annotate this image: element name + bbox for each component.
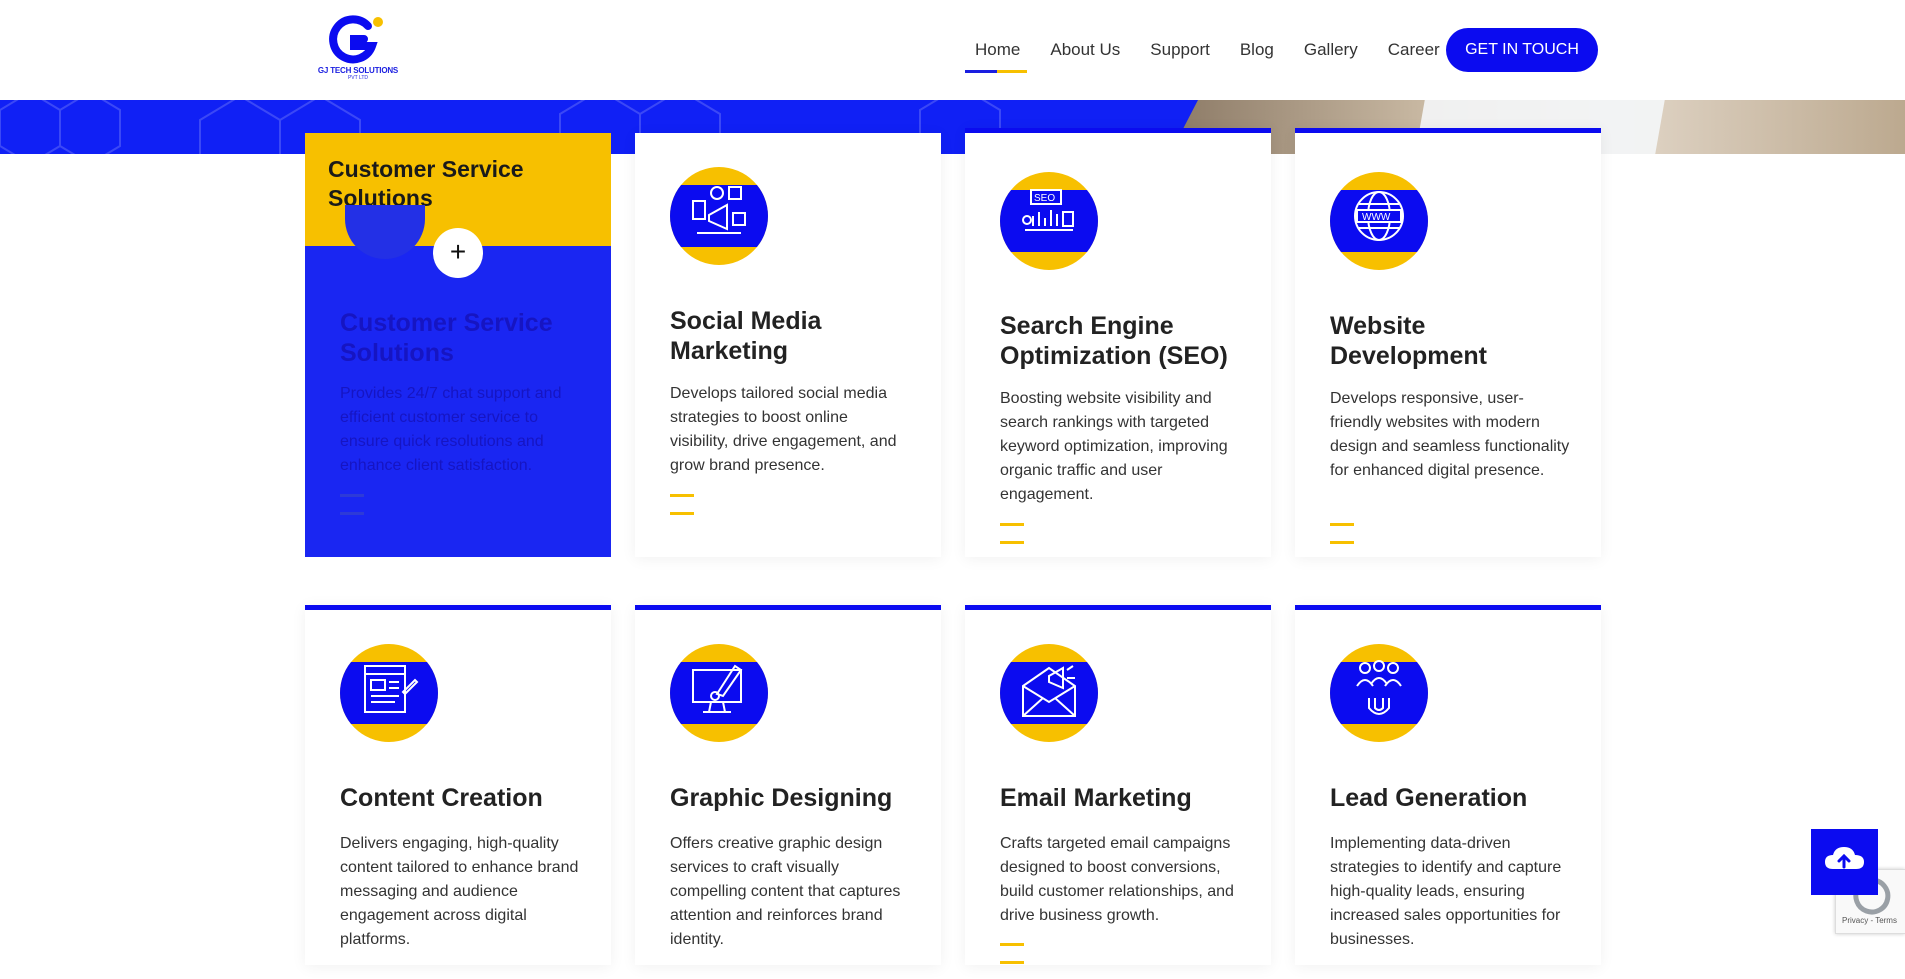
nav-home[interactable]: Home: [964, 28, 1028, 73]
nav-career[interactable]: Career: [1388, 28, 1440, 72]
email-envelope-megaphone-icon: [1000, 644, 1098, 742]
card-title: Content Creation: [340, 784, 543, 812]
card-title: Graphic Designing: [670, 784, 893, 812]
nav-support[interactable]: Support: [1150, 28, 1210, 72]
lead-magnet-people-icon: [1330, 644, 1428, 742]
card-description: Develops responsive, user-friendly websi…: [1330, 390, 1570, 479]
card-description: Offers creative graphic design services …: [670, 835, 901, 948]
social-media-megaphone-icon: [670, 167, 768, 265]
service-card-lead-generation[interactable]: Lead Generation Implementing data-driven…: [1295, 605, 1601, 965]
hero-banner: [0, 100, 1905, 154]
card-description: Delivers engaging, high-quality content …: [340, 835, 579, 948]
svg-text:WWW: WWW: [1362, 212, 1391, 223]
globe-www-icon: WWW: [1330, 172, 1428, 270]
seo-monitor-icon: SEO: [1000, 172, 1098, 270]
card-title: Lead Generation: [1330, 784, 1528, 812]
upload-button[interactable]: [1811, 829, 1878, 895]
svg-text:SEO: SEO: [1034, 193, 1055, 204]
company-logo[interactable]: GJ TECH SOLUTIONS PVT LTD: [306, 12, 410, 84]
card-description: Boosting website visibility and search r…: [1000, 390, 1228, 503]
card-dashes: [340, 494, 400, 515]
get-in-touch-button[interactable]: GET IN TOUCH: [1446, 28, 1598, 72]
card-description: Implementing data-driven strategies to i…: [1330, 835, 1562, 948]
nav-about-us[interactable]: About Us: [1050, 28, 1120, 72]
card-description: Develops tailored social media strategie…: [670, 385, 897, 474]
site-header: GJ TECH SOLUTIONS PVT LTD Home About Us …: [0, 0, 1905, 100]
logo-subtext: PVT LTD: [347, 75, 369, 81]
service-card-seo[interactable]: SEO Search Engine Optimization (SEO) Boo…: [965, 128, 1271, 557]
recaptcha-privacy-terms[interactable]: Privacy - Terms: [1842, 916, 1897, 925]
card-title: Email Marketing: [1000, 784, 1192, 812]
card-icon-circle: [345, 205, 425, 259]
service-card-website-development[interactable]: WWW Website Development Develops respons…: [1295, 128, 1601, 557]
main-nav: Home About Us Support Blog Gallery Caree…: [964, 28, 1470, 73]
card-dashes: [1000, 943, 1060, 964]
nav-gallery[interactable]: Gallery: [1304, 28, 1358, 72]
card-dashes: [1000, 523, 1060, 544]
card-description: Provides 24/7 chat support and efficient…: [340, 385, 562, 474]
card-description: Crafts targeted email campaigns designed…: [1000, 835, 1234, 924]
card-title: Social Media Marketing: [670, 307, 822, 365]
service-card-email-marketing[interactable]: Email Marketing Crafts targeted email ca…: [965, 605, 1271, 965]
design-monitor-brush-icon: [670, 644, 768, 742]
service-card-social-media[interactable]: Social Media Marketing Develops tailored…: [635, 133, 941, 557]
card-dashes: [670, 494, 730, 515]
expand-plus-button[interactable]: +: [433, 228, 483, 278]
card-dashes: [1330, 523, 1390, 544]
logo-mark-icon: [329, 15, 383, 64]
cloud-upload-icon: [1825, 847, 1864, 869]
card-title: Website Development: [1330, 312, 1487, 370]
nav-blog[interactable]: Blog: [1240, 28, 1274, 72]
service-card-customer-service[interactable]: Customer Service Solutions + Customer Se…: [305, 133, 611, 557]
service-card-content-creation[interactable]: Content Creation Delivers engaging, high…: [305, 605, 611, 965]
content-document-pen-icon: [340, 644, 438, 742]
logo-text: GJ TECH SOLUTIONS: [317, 66, 399, 75]
card-title: Search Engine Optimization (SEO): [1000, 312, 1228, 370]
card-title: Customer Service Solutions: [340, 309, 553, 367]
service-card-graphic-designing[interactable]: Graphic Designing Offers creative graphi…: [635, 605, 941, 965]
